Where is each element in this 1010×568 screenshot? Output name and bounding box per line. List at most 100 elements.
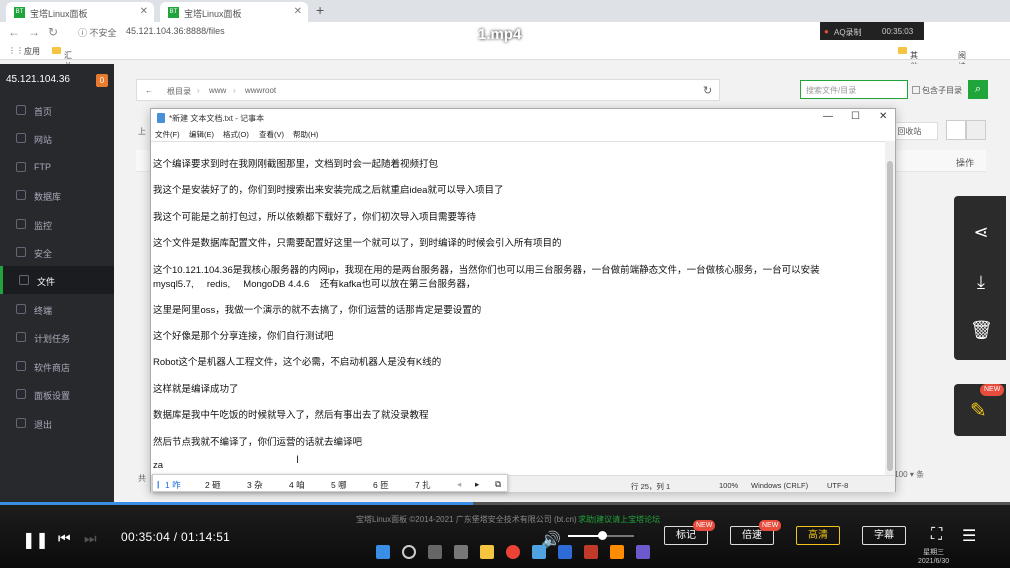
close-tab-icon[interactable]: ✕ (140, 6, 148, 17)
scrollbar-thumb[interactable] (887, 161, 893, 471)
ime-prev-icon[interactable]: ◂ (457, 479, 461, 490)
maximize-icon[interactable]: ☐ (851, 111, 860, 122)
close-icon[interactable]: ✕ (879, 111, 887, 122)
close-tab-icon[interactable]: ✕ (294, 6, 302, 17)
edge-icon[interactable] (532, 545, 546, 559)
url-input[interactable]: 45.121.104.36:8888/files (126, 26, 225, 36)
app-icon[interactable] (610, 545, 624, 559)
explorer-icon[interactable] (480, 545, 494, 559)
sidebar-item-logout[interactable]: 退出 (0, 409, 114, 437)
sidebar-item-terminal[interactable]: 终端 (0, 295, 114, 323)
menu-edit[interactable]: 编辑(E) (189, 129, 214, 140)
notepad-text-area[interactable]: 这个编译要求到时在我刚刚截图那里，文档到时会一起随着视频打包 我这个是安装好了的… (151, 141, 885, 475)
per-page-select[interactable]: 100 (894, 470, 907, 479)
panel-sidebar: 45.121.104.36 0 首页 网站 FTP 数据库 监控 安全 文件 终… (0, 64, 114, 504)
fullscreen-icon[interactable]: ☐ (938, 22, 951, 39)
trash-icon[interactable]: 🗑 (970, 320, 993, 342)
search-input[interactable]: 搜索文件/目录 (800, 80, 908, 99)
sidebar-item-monitor[interactable]: 监控 (0, 210, 114, 238)
forum-link[interactable]: 求助|建议请上宝塔论坛 (578, 514, 660, 525)
sidebar-item-files[interactable]: 文件 (0, 266, 114, 294)
back-icon[interactable]: ← (145, 86, 153, 95)
app-icon[interactable] (584, 545, 598, 559)
share-icon[interactable]: ⋖ (970, 222, 992, 244)
quality-button[interactable]: 高清 (796, 526, 840, 545)
ime-expand-icon[interactable]: ⧉ (495, 479, 501, 490)
download-icon[interactable]: ⤓ (970, 272, 992, 294)
taskbar (356, 539, 736, 568)
notepad-titlebar: *新建 文本文档.txt - 记事本 — ☐ ✕ (151, 109, 895, 127)
notification-badge[interactable]: 0 (96, 74, 108, 87)
menu-file[interactable]: 文件(F) (155, 129, 180, 140)
ime-candidate[interactable]: 1 咋 (165, 479, 181, 491)
menu-help[interactable]: 帮助(H) (293, 129, 318, 140)
list-view-icon[interactable] (966, 120, 986, 140)
search-icon[interactable] (402, 545, 416, 559)
menu-view[interactable]: 查看(V) (259, 129, 284, 140)
chrome-icon[interactable] (506, 545, 520, 559)
shield-icon (16, 247, 26, 257)
cursor-position: 行 25，列 1 (631, 482, 671, 491)
include-subdir-checkbox[interactable]: 包含子目录 (912, 85, 962, 96)
breadcrumb-item[interactable]: wwwroot (245, 86, 276, 95)
rec-time: 00:35:03 (882, 27, 914, 36)
playlist-icon[interactable]: ☰ (962, 526, 976, 546)
breadcrumb-item[interactable]: www (209, 86, 226, 95)
reload-icon[interactable]: ↻ (48, 25, 58, 39)
ime-candidate[interactable]: 3 杂 (247, 479, 263, 491)
recorder-panel: ● AQ录制 00:35:03 (820, 22, 924, 40)
ime-next-icon[interactable]: ▸ (475, 479, 479, 490)
ime-candidate[interactable]: 6 匝 (373, 479, 389, 491)
ime-candidate[interactable]: 5 哪 (331, 479, 347, 491)
previous-icon[interactable]: ⏮ (58, 530, 71, 547)
ime-candidate[interactable]: 4 咱 (289, 479, 305, 491)
vertical-scrollbar[interactable] (885, 141, 895, 475)
clock-icon (16, 332, 26, 342)
new-badge: NEW (759, 520, 782, 531)
refresh-icon[interactable]: ↻ (703, 84, 712, 97)
ime-candidate[interactable]: 2 砸 (205, 479, 221, 491)
app-icon[interactable] (636, 545, 650, 559)
sidebar-item-ftp[interactable]: FTP (0, 153, 114, 181)
grid-view-icon[interactable] (946, 120, 966, 140)
task-view-icon[interactable] (428, 545, 442, 559)
app-icon[interactable] (558, 545, 572, 559)
sidebar-item-security[interactable]: 安全 (0, 238, 114, 266)
text-line: 这个文件是数据库配置文件，只需要配置好这里一个就可以了，到时编译的时候会引入所有… (153, 238, 562, 249)
bookmark-folder[interactable]: 汇总 (52, 46, 72, 71)
volume-slider[interactable] (568, 531, 634, 540)
back-icon[interactable]: ← (8, 25, 20, 39)
bookmark-apps[interactable]: 应用 (24, 46, 40, 57)
new-tab-button[interactable]: + (316, 2, 324, 18)
sidebar-item-site[interactable]: 网站 (0, 124, 114, 152)
toolbar-fragment: 上 (138, 127, 146, 136)
terminal-icon (16, 304, 26, 314)
forward-icon[interactable]: → (28, 25, 40, 39)
fullscreen-icon[interactable]: ⛶ (931, 526, 942, 544)
sidebar-item-database[interactable]: 数据库 (0, 181, 114, 209)
search-button[interactable]: ⌕ (968, 80, 988, 99)
minimize-icon[interactable]: — (823, 111, 833, 122)
breadcrumb-item[interactable]: 根目录 (167, 86, 191, 97)
chevron-right-icon: › (197, 86, 200, 95)
bookmark-other[interactable]: 其他书签 (898, 46, 918, 93)
pause-icon[interactable]: ❚❚ (22, 530, 49, 550)
sidebar-item-cron[interactable]: 计划任务 (0, 323, 114, 351)
browser-tab[interactable]: BT 宝塔Linux面板 ✕ (6, 2, 154, 22)
ime-candidate[interactable]: 7 扎 (415, 479, 431, 491)
bt-logo-icon: BT (168, 7, 179, 18)
home-icon (16, 105, 26, 115)
monitor-icon (16, 219, 26, 229)
menu-format[interactable]: 格式(O) (223, 129, 249, 140)
browser-tab[interactable]: BT 宝塔Linux面板 ✕ (160, 2, 308, 22)
sidebar-item-settings[interactable]: 面板设置 (0, 380, 114, 408)
close-icon[interactable]: ✕ (976, 22, 988, 39)
sidebar-item-store[interactable]: 软件商店 (0, 352, 114, 380)
widgets-icon[interactable] (454, 545, 468, 559)
panel-footer: 宝塔Linux面板 ©2014-2021 广东堡塔安全技术有限公司 (bt.cn… (356, 515, 577, 524)
subtitle-button[interactable]: 字幕 (862, 526, 906, 545)
next-icon[interactable]: ⏭ (84, 530, 97, 547)
gear-icon (16, 389, 26, 399)
sidebar-item-home[interactable]: 首页 (0, 96, 114, 124)
windows-start-icon[interactable] (376, 545, 390, 559)
